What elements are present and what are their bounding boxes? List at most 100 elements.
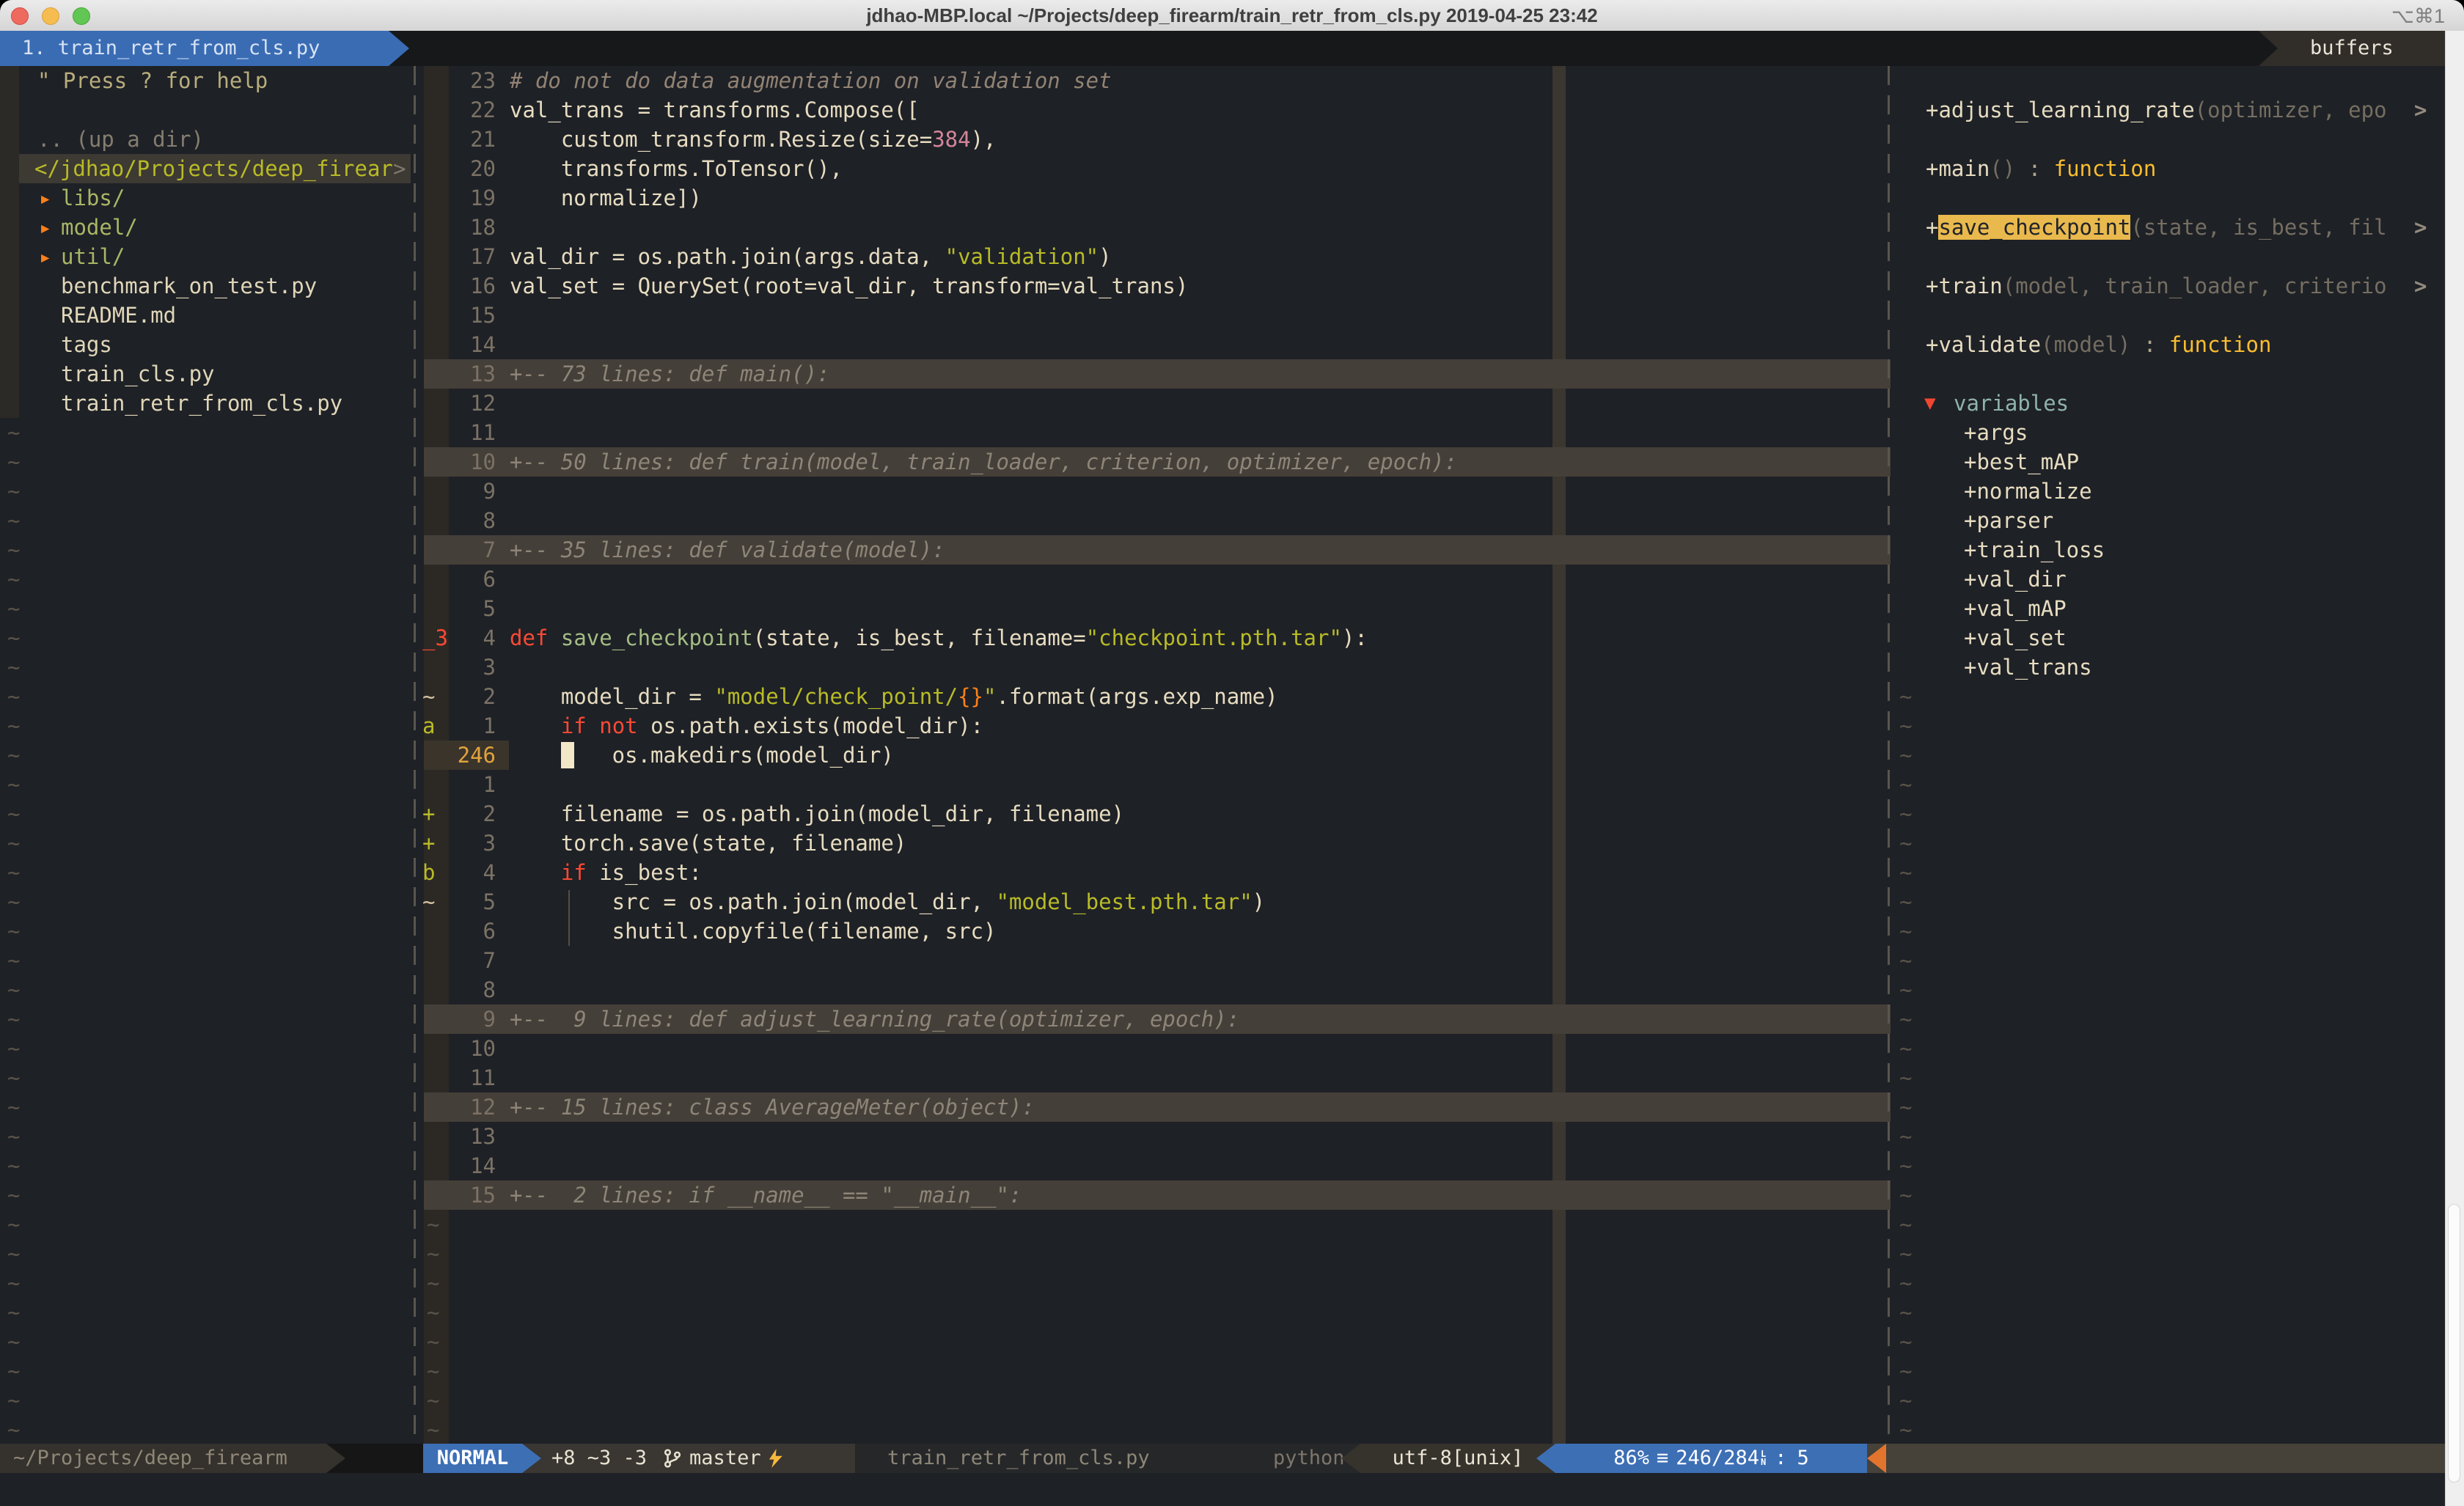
code-line[interactable]: 10	[411, 1034, 1891, 1063]
triangle-down-icon[interactable]: ▼	[1924, 389, 1936, 418]
fold-text[interactable]: +-- 73 lines: def main():	[510, 359, 830, 389]
tree-row-dir[interactable]: ▸util/	[0, 242, 411, 271]
tilde-marker: ~	[427, 1210, 439, 1239]
tagbar-tag[interactable]: +train(model, train_loader, criterio>	[1891, 271, 2445, 301]
tree-row-file[interactable]: train_retr_from_cls.py	[0, 389, 411, 418]
code-line[interactable]: 10+-- 50 lines: def train(model, train_l…	[411, 447, 1891, 477]
tree-row-file[interactable]: benchmark_on_test.py	[0, 271, 411, 301]
tag-part-name: +	[1926, 215, 1938, 240]
code-line[interactable]: 16val_set = QuerySet(root=val_dir, trans…	[411, 271, 1891, 301]
code-line[interactable]: 7+-- 35 lines: def validate(model):	[411, 535, 1891, 565]
code-line[interactable]: 12	[411, 389, 1891, 418]
code-line[interactable]: 3	[411, 653, 1891, 682]
fold-text[interactable]: +-- 50 lines: def train(model, train_loa…	[510, 447, 1457, 477]
fold-text[interactable]: +-- 35 lines: def validate(model):	[510, 535, 945, 565]
fold-text[interactable]: +-- 15 lines: class AverageMeter(object)…	[510, 1092, 1035, 1122]
token-nrm	[510, 713, 561, 738]
tilde-marker: ~	[1899, 858, 1912, 887]
code-line[interactable]: 7	[411, 946, 1891, 975]
tilde-marker: ~	[7, 565, 20, 594]
tagbar-tag[interactable]: +save_checkpoint(state, is_best, fil>	[1891, 213, 2445, 242]
tree-row-help[interactable]: " Press ? for help	[0, 66, 411, 95]
tagbar-tag[interactable]: +adjust_learning_rate(optimizer, epo>	[1891, 95, 2445, 125]
chevron-right-icon[interactable]: ▸	[39, 242, 51, 271]
code-line[interactable]: 5	[411, 594, 1891, 623]
titlebar[interactable]: jdhao-MBP.local ~/Projects/deep_firearm/…	[0, 0, 2464, 32]
code-line[interactable]: 23# do not do data augmentation on valid…	[411, 66, 1891, 95]
code-line[interactable]: 5~ src = os.path.join(model_dir, "model_…	[411, 887, 1891, 917]
code-line[interactable]: 1a if not os.path.exists(model_dir):	[411, 711, 1891, 741]
tilde-marker: ~	[1899, 1298, 1912, 1327]
chevron-right-icon[interactable]: ▸	[39, 213, 51, 242]
code-line[interactable]: 11	[411, 1063, 1891, 1092]
tagbar-tag[interactable]: +validate(model) : function	[1891, 330, 2445, 359]
tree-row-file[interactable]: train_cls.py	[0, 359, 411, 389]
code-line[interactable]: 6 shutil.copyfile(filename, src)	[411, 917, 1891, 946]
tree-row-file[interactable]: tags	[0, 330, 411, 359]
code-line[interactable]: 18	[411, 213, 1891, 242]
code-line[interactable]: 8	[411, 975, 1891, 1004]
code-line[interactable]: 4b if is_best:	[411, 858, 1891, 887]
code-line[interactable]: 13	[411, 1122, 1891, 1151]
scrollbar-track[interactable]	[2445, 31, 2464, 1506]
line-number: 7	[449, 946, 496, 975]
tilde-marker: ~	[1899, 1092, 1912, 1122]
code-line[interactable]: 4_3def save_checkpoint(state, is_best, f…	[411, 623, 1891, 653]
code-line[interactable]: 8	[411, 506, 1891, 535]
fold-text[interactable]: +-- 9 lines: def adjust_learning_rate(op…	[510, 1004, 1239, 1034]
code-line[interactable]: 6	[411, 565, 1891, 594]
tag-part-sig: (model)	[2041, 332, 2130, 357]
tilde-marker: ~	[7, 1180, 20, 1210]
chevron-right-icon[interactable]: ▸	[39, 183, 51, 213]
tilde-marker: ~	[7, 653, 20, 682]
code-line[interactable]: 14	[411, 330, 1891, 359]
code-line[interactable]: 22val_trans = transforms.Compose([	[411, 95, 1891, 125]
tree-row-root[interactable]: </jdhao/Projects/deep_firear>	[0, 154, 411, 183]
tilde-marker: ~	[7, 477, 20, 506]
code-line[interactable]: 17val_dir = os.path.join(args.data, "val…	[411, 242, 1891, 271]
line-number: 6	[449, 917, 496, 946]
token-nrm: is_best:	[587, 860, 702, 885]
tree-row-dir[interactable]: ▸model/	[0, 213, 411, 242]
tree-row-dir[interactable]: ▸ libs/	[0, 183, 411, 213]
code-line[interactable]: 11	[411, 418, 1891, 447]
tagbar-tag[interactable]: +main() : function	[1891, 154, 2445, 183]
tree-item-directory: libs/	[61, 183, 125, 213]
code-line[interactable]: 246 os.makedirs(model_dir)	[411, 741, 1891, 770]
fold-text[interactable]: +-- 2 lines: if __name__ == "__main__":	[510, 1180, 1022, 1210]
code-line[interactable]: 14	[411, 1151, 1891, 1180]
line-number: 21	[449, 125, 496, 154]
code-line[interactable]: 1	[411, 770, 1891, 799]
code-line[interactable]: 15+-- 2 lines: if __name__ == "__main__"…	[411, 1180, 1891, 1210]
token-nrm: shutil.copyfile(filename, src)	[510, 919, 996, 944]
code-line[interactable]: 9	[411, 477, 1891, 506]
tree-row-updir[interactable]: .. (up a dir)	[0, 125, 411, 154]
scrollbar-thumb[interactable]	[2448, 1204, 2460, 1483]
code-line[interactable]: 9+-- 9 lines: def adjust_learning_rate(o…	[411, 1004, 1891, 1034]
tag-part-sep: :	[2130, 332, 2168, 357]
code-line[interactable]: 15	[411, 301, 1891, 330]
tab-active[interactable]: 1. train_retr_from_cls.py	[0, 31, 389, 66]
tagbar-section-label: variables	[1954, 389, 2069, 418]
window-separator-right[interactable]	[1888, 66, 1890, 1444]
tag-part-sig: (state, is_best, fil	[2130, 215, 2386, 240]
code-line[interactable]: 19 normalize])	[411, 183, 1891, 213]
code-line[interactable]: 20 transforms.ToTensor(),	[411, 154, 1891, 183]
line-number: 12	[449, 1092, 496, 1122]
lines-icon: ≡	[1657, 1444, 1668, 1473]
code-line[interactable]: 21 custom_transform.Resize(size=384),	[411, 125, 1891, 154]
code-line[interactable]: 3+ torch.save(state, filename)	[411, 829, 1891, 858]
tree-item-file: benchmark_on_test.py	[61, 271, 317, 301]
code-line[interactable]: 13+-- 73 lines: def main():	[411, 359, 1891, 389]
token-kw: def	[510, 625, 548, 650]
code-line[interactable]: 2+ filename = os.path.join(model_dir, fi…	[411, 799, 1891, 829]
code-line[interactable]: 12 +-- 15 lines: class AverageMeter(objec…	[411, 1092, 1891, 1122]
tilde-marker: ~	[1899, 682, 1912, 711]
tree-row-file[interactable]: README.md	[0, 301, 411, 330]
token-com: # do not do data augmentation on validat…	[510, 68, 1112, 93]
line-number: 3	[449, 829, 496, 858]
tilde-marker: ~	[7, 1034, 20, 1063]
command-line[interactable]	[0, 1473, 2445, 1506]
scroll-percent: 86%	[1613, 1444, 1649, 1473]
code-line[interactable]: 2~ model_dir = "model/check_point/{}".fo…	[411, 682, 1891, 711]
